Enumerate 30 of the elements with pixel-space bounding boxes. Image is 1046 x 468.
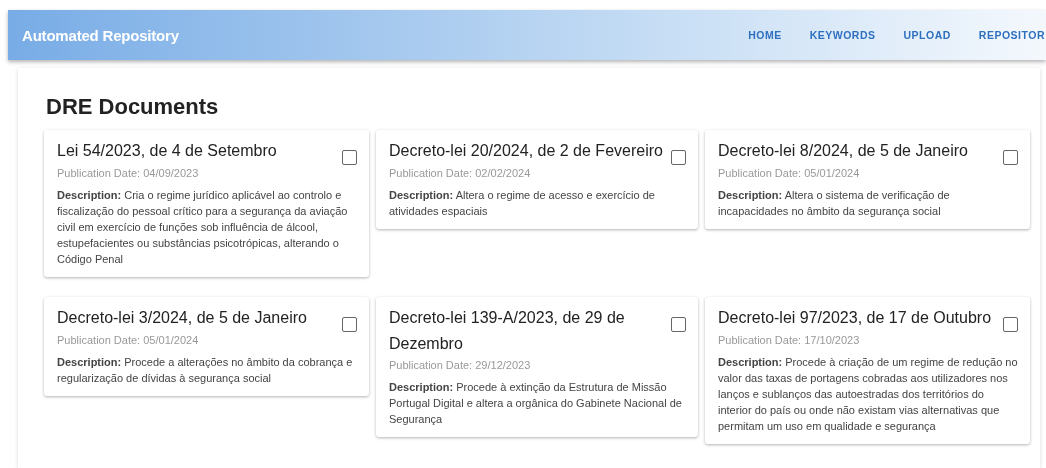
publication-date: Publication Date: 29/12/2023	[389, 359, 532, 371]
publication-date: Publication Date: 04/09/2023	[57, 167, 200, 179]
publication-date: Publication Date: 02/02/2024	[389, 167, 532, 179]
checkbox[interactable]	[342, 317, 357, 332]
checkbox[interactable]	[671, 317, 686, 332]
publication-date: Publication Date: 17/10/2023	[718, 334, 861, 346]
document-description: Description: Procede a alterações no âmbito da cobrança e regularização de dívidas à segurança social	[57, 355, 354, 386]
page-heading: DRE Documents	[46, 94, 220, 120]
document-title: Decreto-lei 20/2024, de 2 de Fevereiro	[389, 141, 663, 161]
nav-link[interactable]: KEYWORDS	[797, 21, 888, 49]
document-title: Decreto-lei 3/2024, de 5 de Janeiro	[57, 308, 307, 328]
document-title: Decreto-lei 139-A/2023, de 29 de Dezembro	[389, 308, 626, 354]
checkbox[interactable]	[671, 150, 686, 165]
document-title: Lei 54/2023, de 4 de Setembro	[57, 141, 277, 161]
document-description: Description: Altera o sistema de verificação de incapacidades no âmbito da segurança social	[718, 188, 951, 219]
publication-date: Publication Date: 05/01/2024	[57, 334, 200, 346]
nav-link[interactable]: REPOSITOR	[966, 21, 1046, 49]
document-title: Decreto-lei 97/2023, de 17 de Outubro	[718, 308, 992, 328]
checkbox[interactable]	[1003, 317, 1018, 332]
document-description: Description: Cria o regime jurídico aplicável ao controlo e fiscalização do pessoal crítico para a segurança da aviação civil em exercício de funções sob influência de álcool, estupefacientes ou substâncias psicotrópicas, alterando o Código Penal	[57, 188, 349, 267]
document-description: Description: Altera o regime de acesso e exercício de atividades espaciais	[389, 188, 656, 219]
app-title: Automated Repository	[21, 26, 179, 44]
nav-link[interactable]: UPLOAD	[891, 21, 963, 49]
checkbox[interactable]	[342, 150, 357, 165]
document-description: Description: Procede à extinção da Estrutura de Missão Portugal Digital e altera a orgânica do Gabinete Nacional de Segurança	[389, 380, 683, 427]
checkbox[interactable]	[1003, 150, 1018, 165]
nav-link[interactable]: HOME	[736, 21, 794, 49]
publication-date: Publication Date: 05/01/2024	[718, 167, 861, 179]
document-description: Description: Procede à criação de um regime de redução no valor das taxas de portagens cobradas aos utilizadores nos lanços e sublanços das autoestradas dos territórios do interior do país ou onde não existam vias alternativas que permitam um uso em qualidade e segurança	[718, 355, 1018, 434]
document-title: Decreto-lei 8/2024, de 5 de Janeiro	[718, 141, 968, 161]
